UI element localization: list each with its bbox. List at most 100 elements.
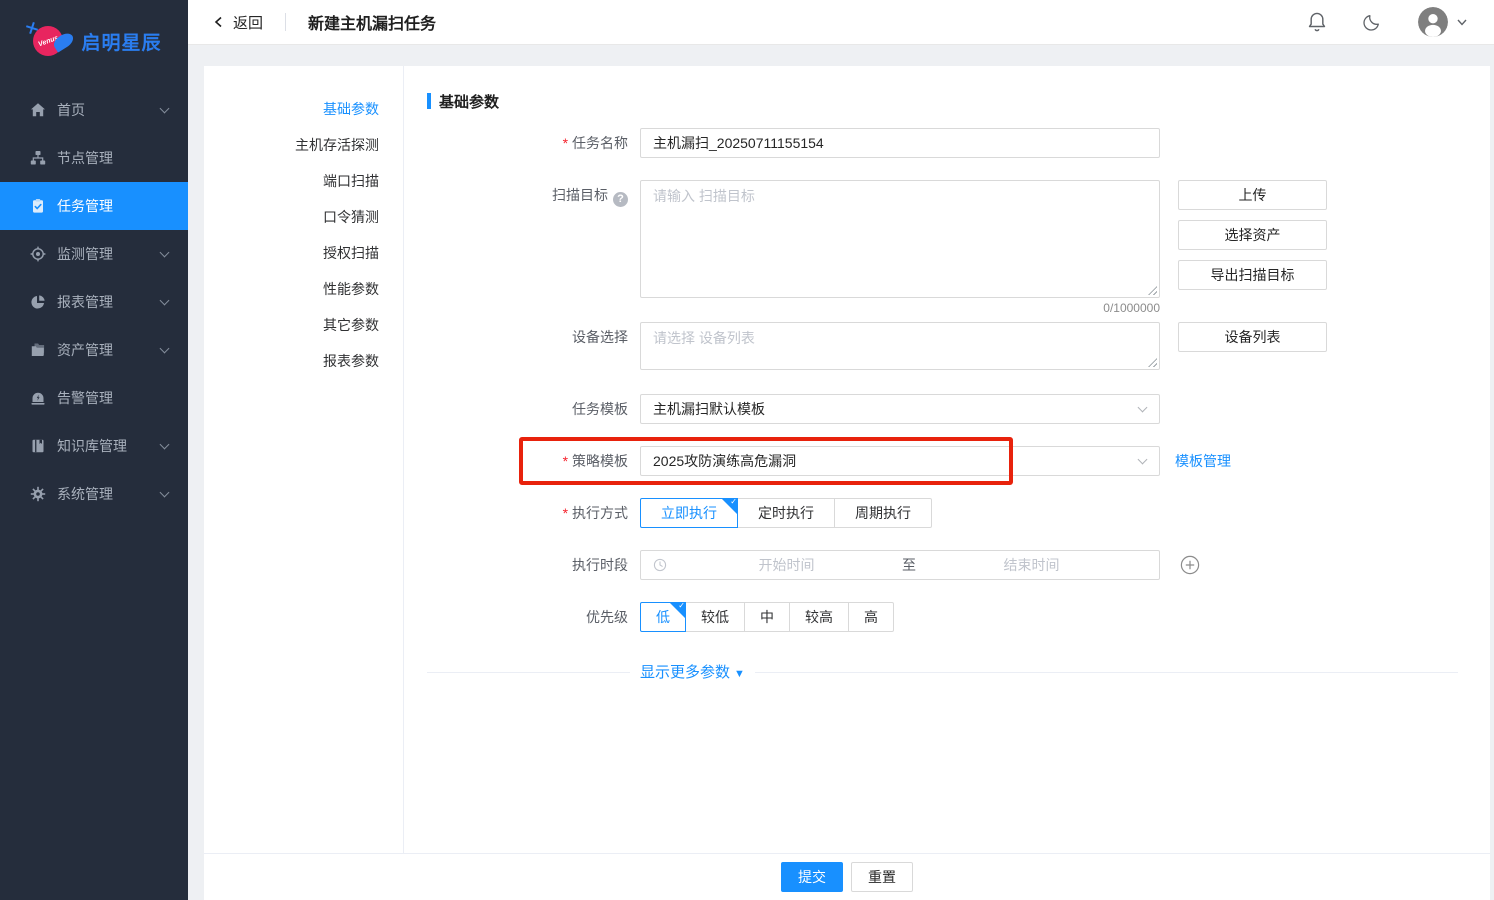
- sidebar-item-label: 报表管理: [57, 292, 161, 312]
- anchor-item-other-params[interactable]: 其它参数: [204, 307, 403, 343]
- chevron-down-icon: [160, 247, 170, 257]
- priority-option-high[interactable]: 高: [848, 602, 894, 632]
- device-buttons: 设备列表: [1178, 322, 1327, 352]
- notification-bell-icon[interactable]: [1306, 11, 1328, 33]
- avatar-chevron-down-icon[interactable]: [1456, 16, 1468, 28]
- triangle-down-icon: ▼: [734, 668, 745, 680]
- anchor-item-port-scan[interactable]: 端口扫描: [204, 163, 403, 199]
- anchor-item-performance[interactable]: 性能参数: [204, 271, 403, 307]
- task-template-label: 任务模板: [427, 394, 640, 424]
- device-list-button[interactable]: 设备列表: [1178, 322, 1327, 352]
- priority-option-low[interactable]: 低: [640, 602, 686, 632]
- priority-row: 优先级 低 较低 中: [427, 602, 1474, 632]
- book-icon: [30, 438, 46, 454]
- device-select-label: 设备选择: [427, 322, 640, 352]
- divider: [427, 672, 1458, 673]
- sidebar-item-assets[interactable]: 资产管理: [0, 326, 188, 374]
- task-template-row: 任务模板 主机漏扫默认模板: [427, 394, 1474, 424]
- topbar-actions: [1306, 7, 1468, 37]
- sidebar-item-nodes[interactable]: 节点管理: [0, 134, 188, 182]
- selected-check-icon: [670, 603, 685, 618]
- back-label: 返回: [233, 12, 263, 33]
- sidebar-item-label: 首页: [57, 100, 161, 120]
- folder-icon: [30, 342, 46, 358]
- sidebar-item-label: 系统管理: [57, 484, 161, 504]
- chevron-down-icon: [160, 295, 170, 305]
- plus-circle-icon: [1180, 555, 1200, 575]
- chevron-down-icon: [1138, 455, 1148, 465]
- export-scan-targets-button[interactable]: 导出扫描目标: [1178, 260, 1327, 290]
- exec-mode-option-scheduled[interactable]: 定时执行: [737, 498, 835, 528]
- device-select-row: 设备选择 设备列表: [427, 322, 1474, 370]
- chevron-down-icon: [160, 439, 170, 449]
- sidebar-item-report[interactable]: 报表管理: [0, 278, 188, 326]
- task-template-select[interactable]: 主机漏扫默认模板: [640, 394, 1160, 424]
- selected-check-icon: [722, 499, 737, 514]
- priority-option-medium[interactable]: 中: [744, 602, 790, 632]
- chevron-down-icon: [1138, 403, 1148, 413]
- dark-mode-moon-icon[interactable]: [1362, 12, 1382, 32]
- scan-target-row: 扫描目标? 0/1000000 上传 选: [427, 180, 1474, 317]
- policy-template-select[interactable]: 2025攻防演练高危漏洞: [640, 446, 1160, 476]
- brand-logo-mark: Venus: [26, 20, 72, 62]
- anchor-item-basic-params[interactable]: 基础参数: [204, 91, 403, 127]
- content: 基础参数 主机存活探测 端口扫描 口令猜测 授权扫描 性能参数 其它参数 报表参…: [188, 45, 1494, 900]
- back-button[interactable]: 返回: [212, 12, 263, 33]
- anchor-item-host-alive[interactable]: 主机存活探测: [204, 127, 403, 163]
- sidebar-menu: 首页 节点管理: [0, 82, 188, 518]
- add-period-button[interactable]: [1180, 550, 1200, 580]
- chevron-down-icon: [160, 103, 170, 113]
- sidebar-item-label: 监测管理: [57, 244, 161, 264]
- time-range-picker[interactable]: 开始时间 至 结束时间: [640, 550, 1160, 580]
- select-assets-button[interactable]: 选择资产: [1178, 220, 1327, 250]
- basic-params-form: 基础参数 任务名称 扫描目标?: [404, 66, 1490, 853]
- device-select-textarea[interactable]: [640, 322, 1160, 370]
- exec-mode-label: 执行方式: [427, 498, 640, 528]
- page-title: 新建主机漏扫任务: [308, 10, 436, 34]
- priority-group: 低 较低 中 较高: [640, 602, 894, 632]
- template-manage-link[interactable]: 模板管理: [1175, 446, 1231, 476]
- exec-mode-option-immediate[interactable]: 立即执行: [640, 498, 738, 528]
- upload-button[interactable]: 上传: [1178, 180, 1327, 210]
- sidebar-item-knowledge[interactable]: 知识库管理: [0, 422, 188, 470]
- topbar: 返回 新建主机漏扫任务: [188, 0, 1494, 45]
- sidebar-item-system[interactable]: 系统管理: [0, 470, 188, 518]
- anchor-item-password-guess[interactable]: 口令猜测: [204, 199, 403, 235]
- user-avatar[interactable]: [1418, 7, 1448, 37]
- clipboard-check-icon: [30, 198, 46, 214]
- exec-mode-group: 立即执行 定时执行 周期执行: [640, 498, 932, 528]
- task-name-input[interactable]: [640, 128, 1160, 158]
- anchor-item-report-params[interactable]: 报表参数: [204, 343, 403, 379]
- clock-icon: [653, 558, 667, 572]
- sidebar-item-alert[interactable]: 告警管理: [0, 374, 188, 422]
- task-template-value: 主机漏扫默认模板: [653, 401, 765, 417]
- sidebar-item-tasks[interactable]: 任务管理: [0, 182, 188, 230]
- sidebar-item-label: 知识库管理: [57, 436, 161, 456]
- sidebar-item-label: 资产管理: [57, 340, 161, 360]
- app: Venus 启明星辰 首页: [0, 0, 1494, 900]
- priority-option-higher[interactable]: 较高: [789, 602, 849, 632]
- form-card: 基础参数 主机存活探测 端口扫描 口令猜测 授权扫描 性能参数 其它参数 报表参…: [204, 66, 1490, 900]
- scan-target-label: 扫描目标?: [427, 180, 640, 210]
- sidebar-item-label: 告警管理: [57, 388, 168, 408]
- sidebar-item-home[interactable]: 首页: [0, 86, 188, 134]
- brand-logo: Venus 启明星辰: [0, 0, 188, 82]
- submit-button[interactable]: 提交: [781, 862, 843, 892]
- help-icon[interactable]: ?: [613, 192, 628, 207]
- task-name-label: 任务名称: [427, 128, 640, 158]
- sidebar: Venus 启明星辰 首页: [0, 0, 188, 900]
- priority-option-lower[interactable]: 较低: [685, 602, 745, 632]
- policy-template-row: 策略模板 2025攻防演练高危漏洞 模板管理: [427, 446, 1474, 476]
- reset-button[interactable]: 重置: [851, 862, 913, 892]
- end-time-placeholder[interactable]: 结束时间: [916, 555, 1147, 575]
- exec-period-label: 执行时段: [427, 550, 640, 580]
- show-more-link[interactable]: 显示更多参数▼: [630, 658, 755, 689]
- priority-label: 优先级: [427, 602, 640, 632]
- scan-target-textarea[interactable]: [640, 180, 1160, 298]
- policy-template-label: 策略模板: [427, 446, 640, 476]
- anchor-item-auth-scan[interactable]: 授权扫描: [204, 235, 403, 271]
- sidebar-item-monitor[interactable]: 监测管理: [0, 230, 188, 278]
- exec-mode-option-periodic[interactable]: 周期执行: [834, 498, 932, 528]
- range-separator: 至: [902, 555, 916, 575]
- start-time-placeholder[interactable]: 开始时间: [671, 555, 902, 575]
